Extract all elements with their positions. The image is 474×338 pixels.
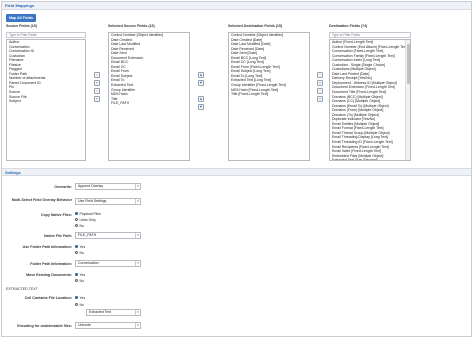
dest-move-up-button[interactable]: ▲ xyxy=(198,96,204,102)
map-all-fields-button[interactable]: Map All Fields xyxy=(6,14,37,22)
extracted-text-title: EXTRACTED TEXT xyxy=(6,287,38,291)
move-to-selected-source-button[interactable]: › xyxy=(94,72,100,78)
cell-contains-no-radio[interactable]: No xyxy=(75,303,84,307)
chevron-down-icon: ▾ xyxy=(135,199,140,204)
native-path-value: FILE_PATH xyxy=(78,233,97,237)
radio-label: Links Only xyxy=(79,218,96,222)
destination-fields-list[interactable]: Author [Fixed-Length Text] Control Number… xyxy=(329,39,411,161)
cell-contains-yes-radio[interactable]: Yes xyxy=(75,296,85,300)
move-to-source-button[interactable]: ‹ xyxy=(94,88,100,94)
encoding-select[interactable]: Unicode ▾ xyxy=(75,322,141,329)
chevron-down-icon: ▾ xyxy=(135,184,140,189)
move-all-to-selected-source-button[interactable]: » xyxy=(94,80,100,86)
cell-contains-label: Cell Contains File Location: xyxy=(24,296,72,300)
multi-select-value: Use Field Settings xyxy=(78,199,107,203)
extracted-text-field-value: Extracted Text xyxy=(89,310,112,314)
radio-label: Yes xyxy=(79,273,86,277)
use-folder-path-label: Use Folder Path Information: xyxy=(22,245,72,249)
radio-label: Yes xyxy=(79,296,86,300)
radio-selected-icon xyxy=(75,245,78,249)
radio-selected-icon xyxy=(75,296,78,300)
native-path-select[interactable]: FILE_PATH ▾ xyxy=(75,232,141,239)
radio-label: No xyxy=(79,224,84,228)
multi-select-label: Multi-Select Field Overlay Behavior xyxy=(11,198,72,202)
source-filter-input[interactable] xyxy=(6,32,86,38)
radio-icon xyxy=(75,224,78,228)
radio-label: Yes xyxy=(79,245,86,249)
copy-native-no-radio[interactable]: No xyxy=(75,224,84,228)
source-fields-list[interactable]: Author Conversation Conversation ID Custodi… xyxy=(6,39,86,161)
use-folder-path-no-radio[interactable]: No xyxy=(75,251,84,255)
overwrite-select[interactable]: Append Overlay ▾ xyxy=(75,183,141,190)
source-move-up-button[interactable]: ▲ xyxy=(198,72,204,78)
encoding-label: Encoding for undetectable files: xyxy=(17,324,72,328)
scrollbar-thumb[interactable] xyxy=(407,44,410,84)
overwrite-label: Overwrite: xyxy=(54,185,72,189)
folder-path-select[interactable]: Conversation ▾ xyxy=(75,260,141,267)
import-settings-panel: Field Mappings Map All Fields Source Fie… xyxy=(1,1,472,337)
native-path-label: Native File Path: xyxy=(44,234,72,238)
destination-scrollbar[interactable] xyxy=(405,40,410,160)
radio-label: No xyxy=(79,303,84,307)
source-fields-title: Source Fields (15) xyxy=(6,24,37,28)
field-mappings-header: Field Mappings xyxy=(2,2,471,10)
chevron-down-icon: ▾ xyxy=(135,323,140,328)
list-item[interactable]: FILE_PATH xyxy=(109,101,189,106)
source-move-down-button[interactable]: ▼ xyxy=(198,80,204,86)
extracted-text-field-select[interactable]: Extracted Text ▾ xyxy=(86,309,141,316)
selected-source-list[interactable]: Control Number [Object Identifier] Date C… xyxy=(108,32,190,161)
folder-path-value: Conversation xyxy=(78,261,99,265)
destination-filter-input[interactable] xyxy=(329,32,411,38)
copy-native-label: Copy Native Files: xyxy=(40,213,72,217)
copy-native-physical-radio[interactable]: Physical Files xyxy=(75,212,101,216)
settings-header: Settings xyxy=(2,168,471,176)
move-to-dest-button[interactable]: › xyxy=(317,88,323,94)
selected-destination-list[interactable]: Control Number [Object Identifier] Date C… xyxy=(228,32,310,161)
radio-label: No xyxy=(79,279,84,283)
list-item[interactable]: Subject xyxy=(7,99,85,104)
move-all-to-dest-button[interactable]: » xyxy=(317,96,323,102)
chevron-down-icon: ▾ xyxy=(135,310,140,315)
use-folder-path-yes-radio[interactable]: Yes xyxy=(75,245,85,249)
selected-destination-title: Selected Destination Fields (15) xyxy=(228,24,283,28)
chevron-down-icon: ▾ xyxy=(135,233,140,238)
radio-selected-icon xyxy=(75,273,78,277)
copy-native-links-radio[interactable]: Links Only xyxy=(75,218,96,222)
move-docs-no-radio[interactable]: No xyxy=(75,279,84,283)
radio-selected-icon xyxy=(75,212,78,216)
selected-source-title: Selected Source Fields (15) xyxy=(108,24,155,28)
chevron-down-icon: ▾ xyxy=(135,261,140,266)
move-docs-label: Move Existing Documents: xyxy=(26,273,72,277)
list-item[interactable]: Extracted Text Size [Decimal] xyxy=(330,158,410,160)
destination-fields-title: Destination Fields (74) xyxy=(329,24,368,28)
folder-path-label: Folder Path Information: xyxy=(30,262,72,266)
overwrite-value: Append Overlay xyxy=(78,184,104,188)
move-docs-yes-radio[interactable]: Yes xyxy=(75,273,85,277)
radio-icon xyxy=(75,279,78,283)
radio-icon xyxy=(75,303,78,307)
radio-label: No xyxy=(79,251,84,255)
multi-select-behavior-select[interactable]: Use Field Settings ▾ xyxy=(75,198,141,205)
radio-label: Physical Files xyxy=(79,212,101,216)
move-all-to-selected-dest-button[interactable]: « xyxy=(317,80,323,86)
list-item[interactable]: Title [Fixed-Length Text] xyxy=(229,92,309,97)
dest-move-down-button[interactable]: ▼ xyxy=(198,104,204,110)
move-all-to-source-button[interactable]: « xyxy=(94,96,100,102)
radio-icon xyxy=(75,218,78,222)
move-to-selected-dest-button[interactable]: ‹ xyxy=(317,72,323,78)
encoding-value: Unicode xyxy=(78,323,91,327)
radio-icon xyxy=(75,251,78,255)
